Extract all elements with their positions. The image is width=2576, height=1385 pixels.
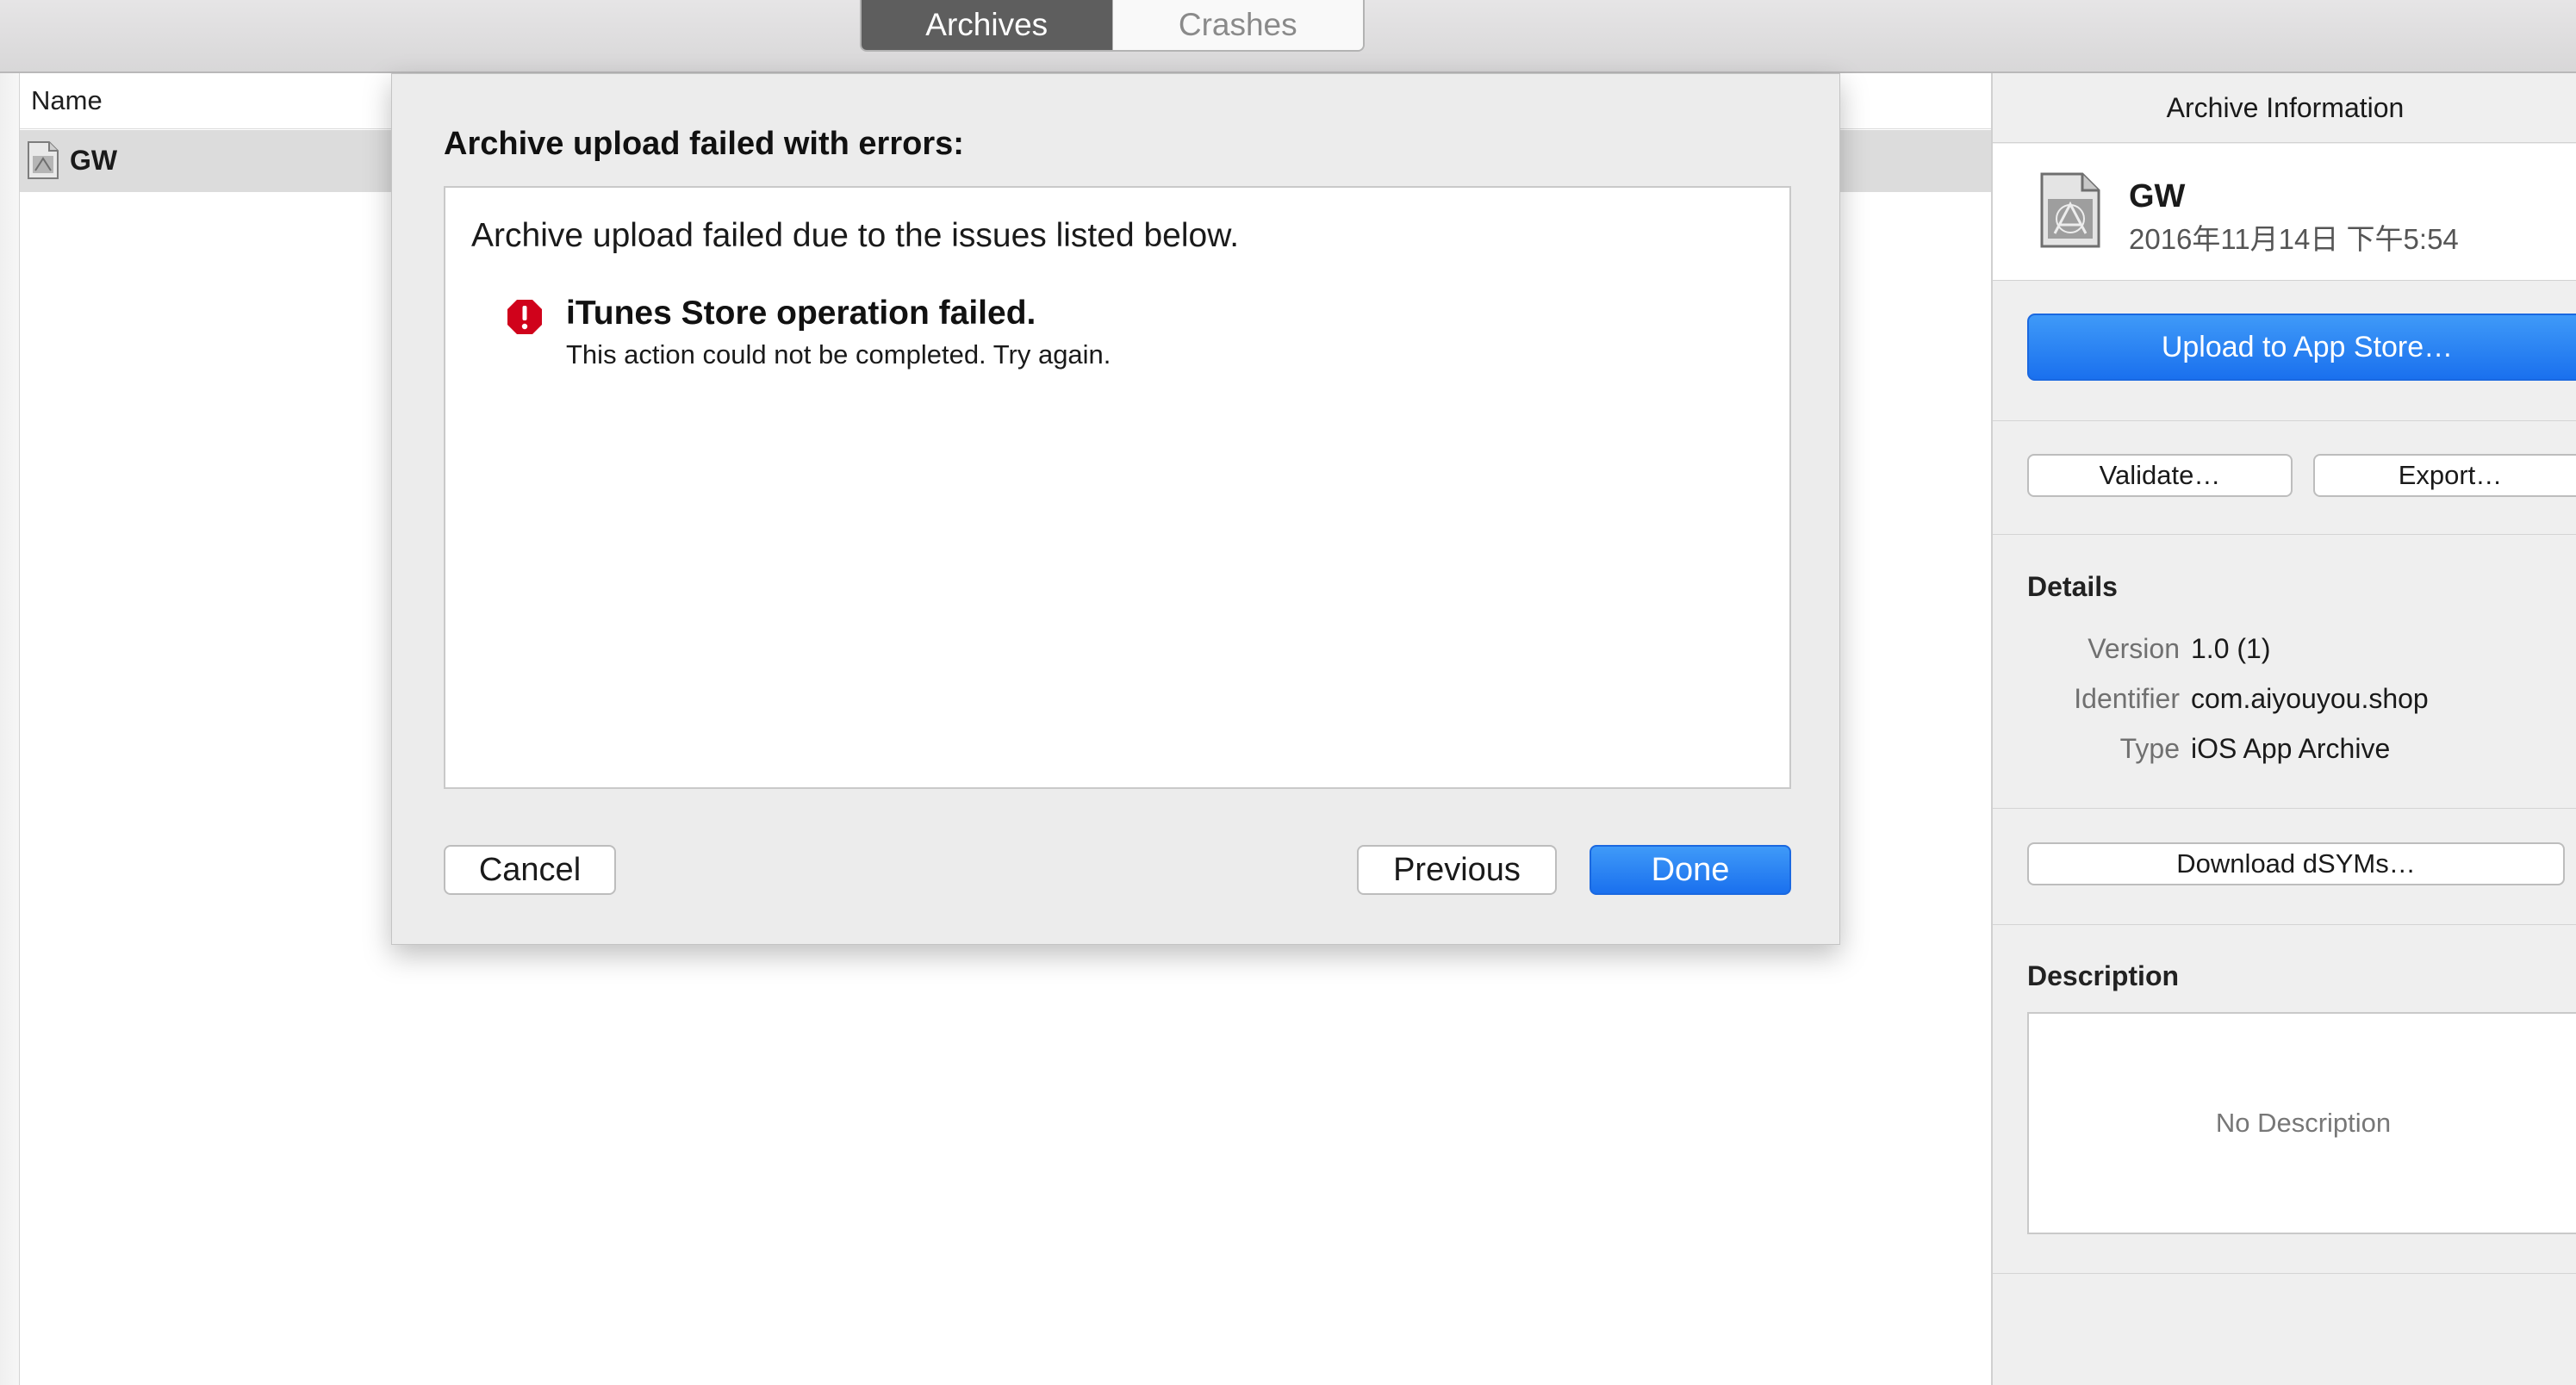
cancel-button[interactable]: Cancel [444, 845, 616, 895]
divider [1993, 1273, 2576, 1274]
divider [1993, 420, 2576, 421]
identifier-value: com.aiyouyou.shop [2191, 683, 2429, 714]
error-detail: This action could not be completed. Try … [566, 339, 1111, 370]
type-key: Type [2119, 733, 2180, 764]
issues-box: Archive upload failed due to the issues … [444, 186, 1791, 789]
description-field[interactable]: No Description [2027, 1012, 2576, 1234]
archive-row-name: GW [70, 145, 118, 176]
archive-inspector: Archive Information GW 2016年11月14日 下午5:5… [1991, 73, 2576, 1385]
name-column-label: Name [31, 85, 103, 115]
upload-error-sheet: Archive upload failed with errors: Archi… [391, 73, 1840, 945]
upload-to-app-store-button[interactable]: Upload to App Store… [2027, 314, 2576, 381]
inspector-title: Archive Information [1993, 73, 2576, 143]
previous-button[interactable]: Previous [1357, 845, 1557, 895]
error-icon [507, 300, 542, 334]
divider [1993, 534, 2576, 535]
done-button[interactable]: Done [1590, 845, 1791, 895]
archive-name: GW [2129, 178, 2186, 214]
tab-archives[interactable]: Archives [862, 0, 1112, 50]
tab-crashes[interactable]: Crashes [1111, 0, 1363, 50]
divider [1993, 924, 2576, 925]
type-value: iOS App Archive [2191, 733, 2391, 764]
download-dsyms-button[interactable]: Download dSYMs… [2027, 842, 2565, 885]
archive-summary: GW 2016年11月14日 下午5:54 [1993, 144, 2576, 281]
sheet-title: Archive upload failed with errors: [444, 126, 964, 162]
archive-app-icon [2040, 172, 2100, 248]
description-title: Description [2027, 960, 2180, 991]
error-title: iTunes Store operation failed. [566, 295, 1036, 332]
archive-date: 2016年11月14日 下午5:54 [2129, 223, 2459, 255]
validate-button[interactable]: Validate… [2027, 454, 2293, 497]
archive-file-icon [28, 141, 59, 179]
sidebar-edge [0, 73, 20, 1385]
issues-intro: Archive upload failed due to the issues … [471, 217, 1240, 254]
divider [1993, 808, 2576, 809]
details-title: Details [2027, 571, 2118, 602]
identifier-key: Identifier [2074, 683, 2180, 714]
window-toolbar: Archives Crashes [0, 0, 2576, 73]
export-button[interactable]: Export… [2313, 454, 2576, 497]
version-key: Version [2088, 633, 2180, 664]
organizer-segmented-control: Archives Crashes [860, 0, 1365, 52]
version-value: 1.0 (1) [2191, 633, 2271, 664]
